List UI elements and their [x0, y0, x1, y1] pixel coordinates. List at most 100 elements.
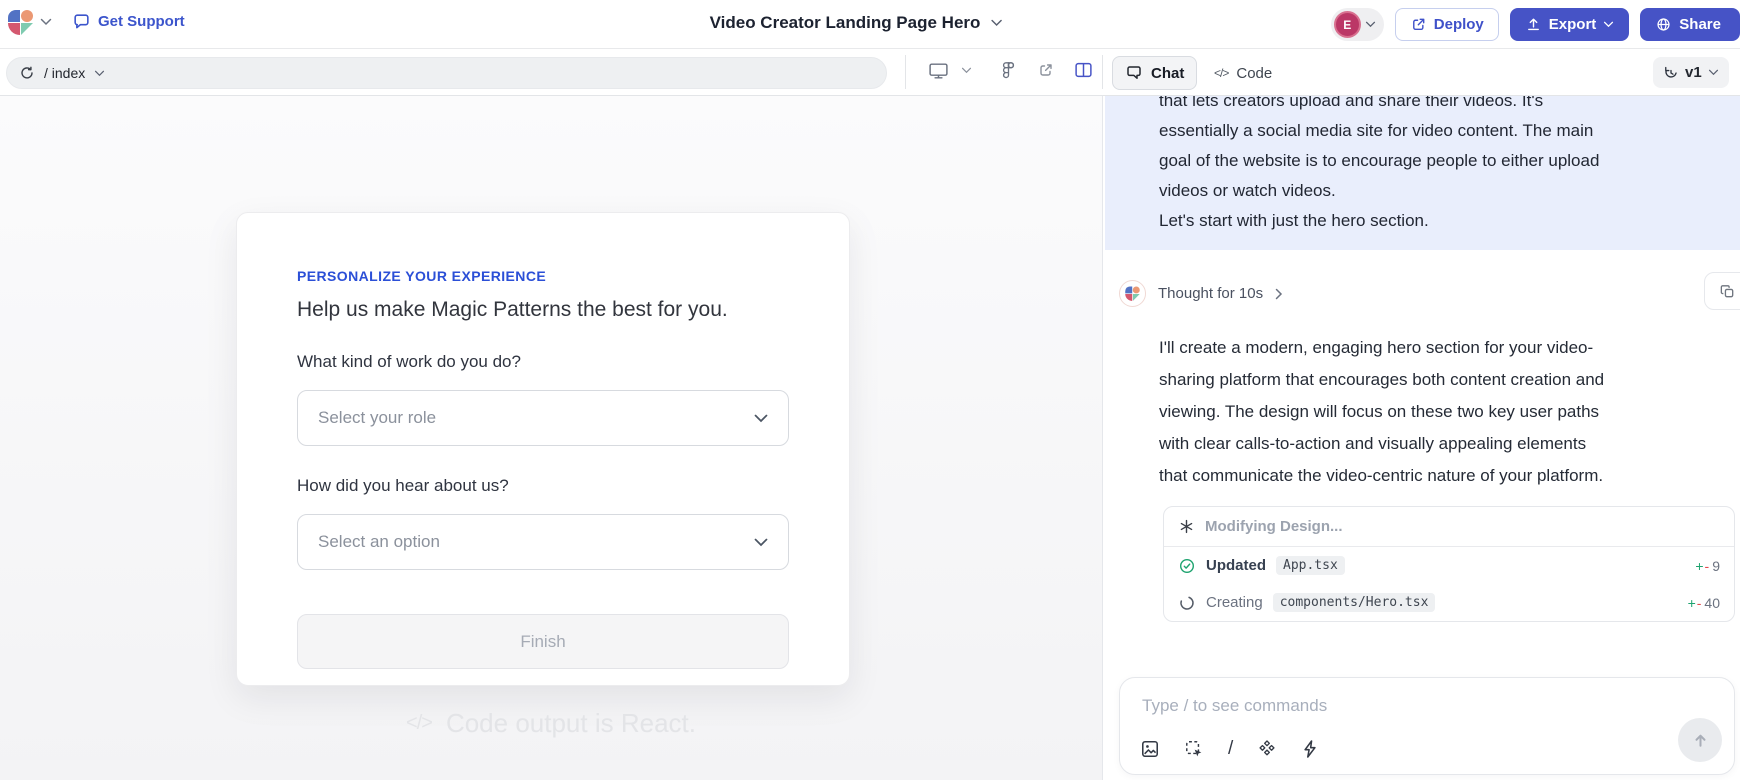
magic-patterns-logo-icon — [1125, 286, 1140, 301]
user-message-line: goal of the website is to encourage peop… — [1159, 146, 1717, 176]
get-support-link[interactable]: Get Support — [72, 12, 185, 31]
select-element-icon[interactable] — [1184, 739, 1204, 759]
diff-minus: - — [1705, 558, 1710, 574]
arrow-up-icon — [1691, 731, 1710, 750]
version-label: v1 — [1685, 64, 1702, 81]
assistant-message-line: that communicate the video-centric natur… — [1159, 460, 1740, 492]
toolbar-divider — [905, 55, 906, 89]
finish-button[interactable]: Finish — [297, 614, 789, 669]
select-chevron-down-icon — [754, 414, 768, 423]
route-chevron-down-icon[interactable] — [94, 70, 105, 77]
device-chevron-down-icon[interactable] — [961, 67, 972, 74]
export-label: Export — [1549, 16, 1597, 33]
thought-summary[interactable]: Thought for 10s — [1119, 280, 1740, 307]
chevron-right-icon — [1275, 288, 1283, 300]
route-path-label: / index — [44, 65, 85, 81]
preview-toolbar: / index Chat </> Code v1 — [0, 49, 1740, 96]
composer-placeholder: Type / to see commands — [1142, 696, 1327, 716]
role-select-placeholder: Select your role — [318, 408, 436, 428]
spinner-icon — [1178, 594, 1196, 612]
file-chip[interactable]: components/Hero.tsx — [1273, 593, 1436, 612]
copy-message-button[interactable] — [1704, 272, 1740, 310]
project-title[interactable]: Video Creator Landing Page Hero — [710, 13, 1003, 33]
avatar: E — [1334, 11, 1361, 38]
chat-bubble-icon — [1125, 64, 1143, 82]
logo-shape — [21, 10, 33, 22]
assistant-message-line: with clear calls-to-action and visually … — [1159, 428, 1740, 460]
share-button[interactable]: Share — [1640, 8, 1740, 41]
composer-tools: / — [1140, 738, 1319, 760]
code-tab-label: Code — [1236, 65, 1272, 82]
account-menu[interactable]: E — [1331, 8, 1384, 41]
file-chip[interactable]: App.tsx — [1276, 556, 1345, 575]
modal-eyebrow: PERSONALIZE YOUR EXPERIENCE — [297, 268, 789, 284]
user-message: that lets creators upload and share thei… — [1105, 96, 1740, 250]
globe-icon — [1655, 16, 1672, 33]
assistant-avatar — [1119, 280, 1146, 307]
attach-image-icon[interactable] — [1140, 739, 1160, 759]
open-in-new-tab-icon[interactable] — [1037, 61, 1055, 79]
role-select[interactable]: Select your role — [297, 390, 789, 446]
hear-about-placeholder: Select an option — [318, 532, 440, 552]
split-view-icon[interactable] — [1074, 61, 1093, 79]
magic-patterns-logo-icon[interactable] — [8, 10, 34, 36]
toolbar-divider — [1102, 55, 1103, 89]
deploy-button[interactable]: Deploy — [1395, 8, 1499, 41]
user-message-line: Let's start with just the hero section. — [1159, 206, 1717, 236]
watermark-label: Code output is React. — [446, 708, 696, 739]
status-action: Creating — [1206, 594, 1263, 611]
magic-patterns-app: Get Support Video Creator Landing Page H… — [0, 0, 1740, 780]
top-bar: Get Support Video Creator Landing Page H… — [0, 0, 1740, 49]
device-preview-icon[interactable] — [928, 61, 949, 81]
assistant-message-line: viewing. The design will focus on these … — [1159, 396, 1740, 428]
logo-menu-chevron-icon[interactable] — [40, 18, 52, 26]
logo-shape — [21, 23, 33, 35]
quick-actions-bolt-icon[interactable] — [1301, 739, 1319, 759]
chat-tab-label: Chat — [1151, 65, 1184, 82]
project-title-label: Video Creator Landing Page Hero — [710, 13, 981, 33]
assistant-message-line: sharing platform that encourages both co… — [1159, 364, 1740, 396]
diff-minus: - — [1697, 595, 1702, 611]
diff-plus: + — [1688, 595, 1696, 611]
status-action: Updated — [1206, 557, 1266, 574]
modal-heading: Help us make Magic Patterns the best for… — [297, 298, 789, 322]
logo-shape — [8, 10, 20, 22]
chat-composer[interactable]: Type / to see commands / — [1119, 677, 1735, 775]
status-row-creating: Creating components/Hero.tsx + - 40 — [1164, 584, 1734, 621]
status-header-label: Modifying Design... — [1205, 518, 1343, 535]
components-icon[interactable] — [1257, 739, 1277, 759]
refresh-icon[interactable] — [19, 65, 35, 81]
figma-icon[interactable] — [1000, 61, 1017, 80]
route-bar[interactable]: / index — [6, 57, 887, 89]
preview-canvas: PERSONALIZE YOUR EXPERIENCE Help us make… — [0, 96, 1102, 780]
assistant-message: I'll create a modern, engaging hero sect… — [1103, 332, 1740, 492]
user-message-line: essentially a social media site for vide… — [1159, 116, 1717, 146]
external-link-icon — [1410, 16, 1427, 33]
personalize-modal: PERSONALIZE YOUR EXPERIENCE Help us make… — [236, 212, 850, 686]
code-output-watermark: </> Code output is React. — [0, 708, 1102, 739]
send-button[interactable] — [1678, 718, 1722, 762]
logo-shape — [8, 23, 20, 35]
diff-stats: + - 9 — [1695, 558, 1720, 574]
copy-icon — [1719, 283, 1736, 300]
code-glyph-icon: </> — [406, 712, 432, 735]
hear-about-select[interactable]: Select an option — [297, 514, 789, 570]
version-chevron-down-icon — [1708, 69, 1719, 76]
slash-command-icon[interactable]: / — [1228, 738, 1233, 760]
export-button[interactable]: Export — [1510, 8, 1630, 41]
user-message-line: that lets creators upload and share thei… — [1159, 96, 1717, 116]
version-menu[interactable]: v1 — [1653, 57, 1729, 88]
status-header: Modifying Design... — [1164, 507, 1734, 547]
top-bar-actions: E Deploy Export Share — [1331, 8, 1740, 41]
question-work-label: What kind of work do you do? — [297, 352, 789, 372]
tab-chat[interactable]: Chat — [1112, 56, 1197, 90]
get-support-label: Get Support — [98, 13, 185, 30]
status-row-updated: Updated App.tsx + - 9 — [1164, 547, 1734, 584]
chat-bubble-icon — [72, 12, 91, 31]
user-message-line: videos or watch videos. — [1159, 176, 1717, 206]
diff-count: 40 — [1704, 595, 1720, 611]
account-chevron-down-icon — [1365, 21, 1376, 28]
thought-label: Thought for 10s — [1158, 285, 1263, 302]
tab-code[interactable]: </> Code — [1214, 56, 1272, 90]
share-label: Share — [1679, 16, 1721, 33]
